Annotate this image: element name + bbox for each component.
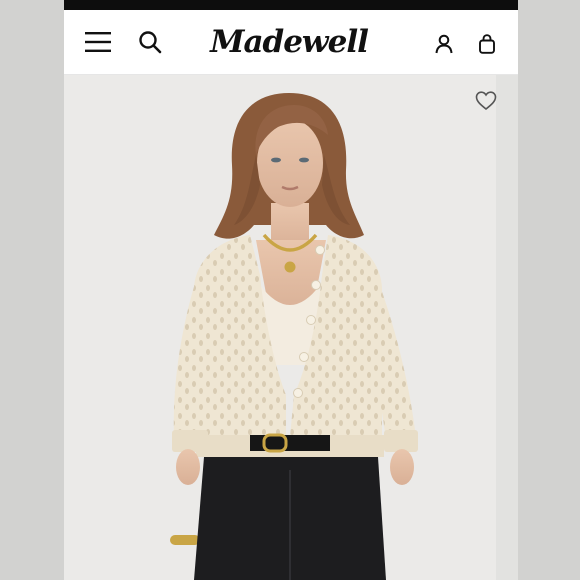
product-photo[interactable] <box>64 75 518 580</box>
next-image-peek <box>496 75 518 580</box>
heart-icon <box>475 91 497 111</box>
bag-button[interactable] <box>475 32 499 56</box>
product-image-area[interactable] <box>64 75 518 580</box>
search-icon <box>139 31 162 54</box>
status-bar <box>64 0 518 10</box>
belt <box>250 435 330 451</box>
brand-logo[interactable]: Madewell <box>210 22 369 62</box>
site-header: Madewell <box>64 10 518 75</box>
search-button[interactable] <box>136 28 164 56</box>
wishlist-button[interactable] <box>474 89 498 113</box>
gold-bracelet <box>170 535 200 545</box>
app-screen: Madewell <box>64 0 518 580</box>
menu-icon <box>85 32 111 52</box>
bag-icon <box>479 34 495 54</box>
account-button[interactable] <box>432 32 456 56</box>
menu-button[interactable] <box>84 28 112 56</box>
account-icon <box>435 34 453 54</box>
